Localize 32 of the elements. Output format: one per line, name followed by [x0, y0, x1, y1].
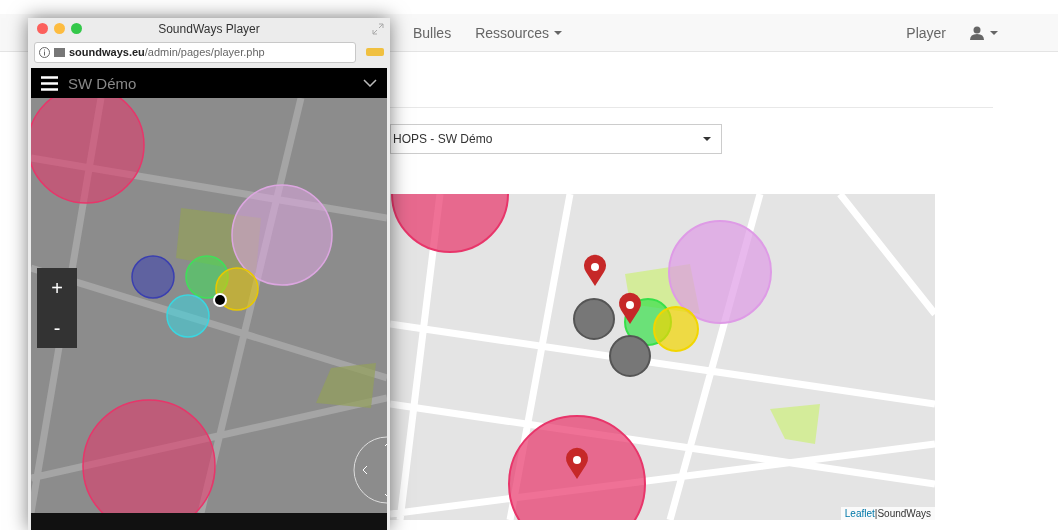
map-attribution: Leaflet|SoundWays [840, 507, 935, 520]
caret-icon [703, 137, 711, 141]
nav-link[interactable]: Player [906, 24, 946, 41]
park-area [316, 363, 376, 408]
map-pin-icon[interactable] [619, 292, 641, 324]
window-title: SoundWays Player [158, 22, 260, 36]
folder-icon [54, 47, 65, 57]
zoom-out-button[interactable]: - [37, 308, 77, 348]
map-pin-icon[interactable] [566, 447, 588, 479]
nav-link[interactable]: Ressources [475, 24, 563, 41]
map[interactable]: + - [31, 98, 387, 513]
leaflet-link[interactable]: Leaflet [844, 508, 875, 519]
close-button[interactable] [37, 23, 48, 34]
url-field[interactable]: soundways.eu/admin/pages/player.php [34, 41, 356, 63]
map[interactable]: Leaflet|SoundWays [390, 194, 935, 520]
menu-icon[interactable] [41, 75, 58, 91]
map-pin-icon[interactable] [584, 254, 606, 286]
nav-link[interactable]: Bulles [413, 24, 452, 41]
user-icon [970, 25, 984, 40]
user-menu-button[interactable] [970, 25, 998, 40]
info-icon [39, 46, 50, 58]
location-marker-icon [213, 293, 227, 307]
park-area [770, 404, 820, 444]
minimize-button[interactable] [54, 23, 65, 34]
zoom-button[interactable] [71, 23, 82, 34]
expand-icon[interactable] [372, 23, 384, 35]
sound-select[interactable]: HOPS - SW Démo [390, 124, 722, 154]
app-title: SW Démo [68, 74, 138, 92]
zoom-in-button[interactable]: + [37, 268, 77, 308]
caret-icon [990, 30, 998, 35]
joystick-control-icon[interactable] [353, 436, 387, 504]
chevron-down-icon[interactable] [363, 79, 377, 87]
